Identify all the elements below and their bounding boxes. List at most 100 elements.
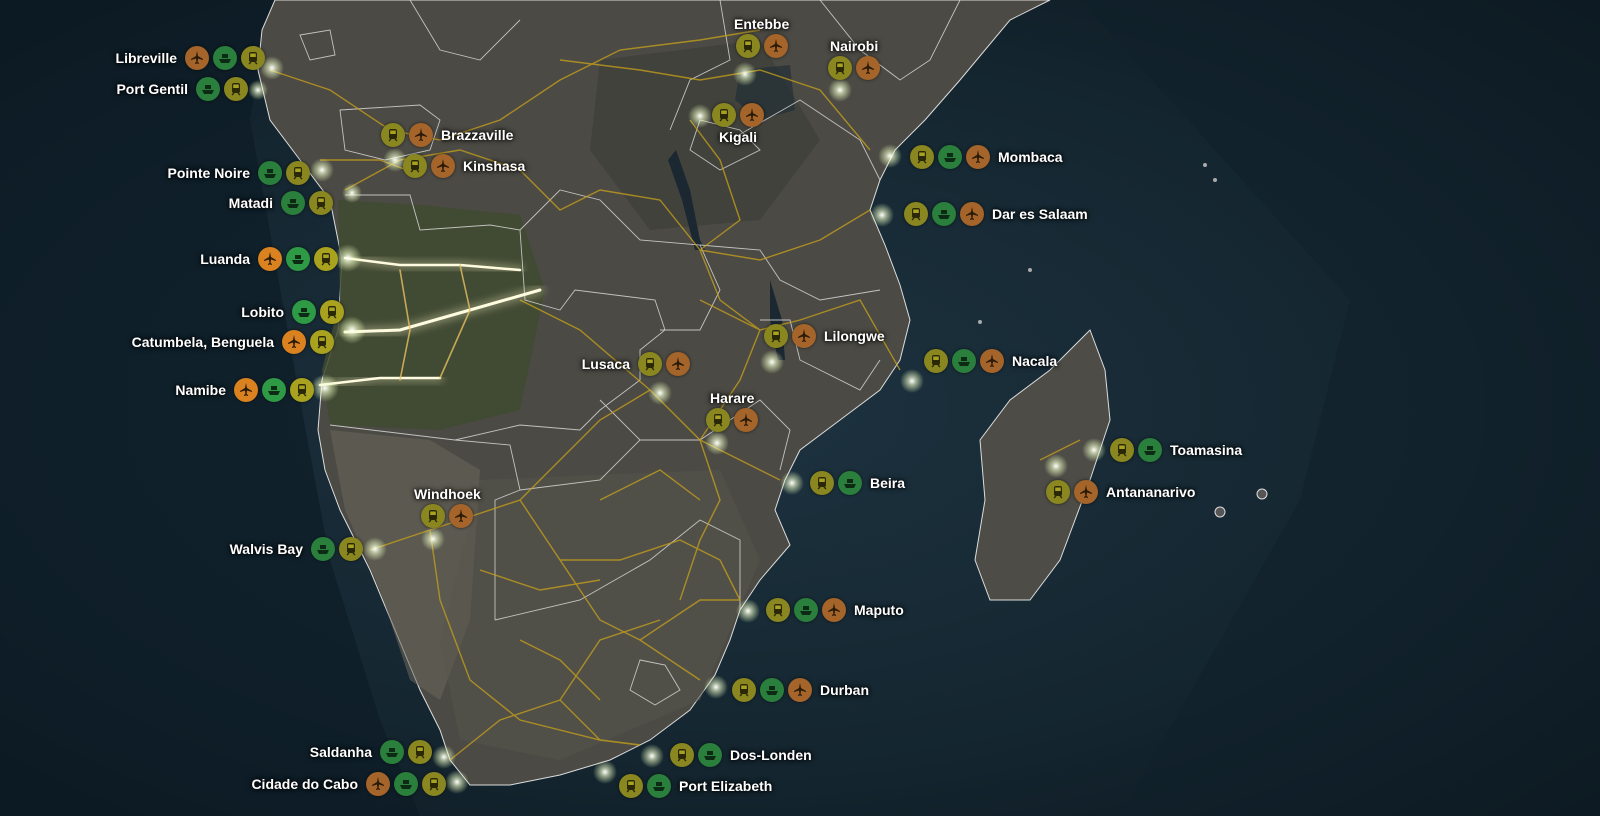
train-icon[interactable]	[408, 740, 432, 764]
ship-icon[interactable]	[760, 678, 784, 702]
city-lilongwe[interactable]: Lilongwe	[764, 324, 889, 348]
city-port-gentil[interactable]: Port Gentil	[112, 77, 248, 101]
ship-icon[interactable]	[258, 161, 282, 185]
airplane-icon[interactable]	[734, 408, 759, 432]
city-harare[interactable]: Harare	[706, 390, 759, 432]
city-maputo[interactable]: Maputo	[766, 598, 908, 622]
airplane-icon[interactable]	[788, 678, 812, 702]
train-icon[interactable]	[403, 154, 427, 178]
airplane-icon[interactable]	[234, 378, 258, 402]
train-icon[interactable]	[320, 300, 344, 324]
city-antananarivo[interactable]: Antananarivo	[1046, 480, 1199, 504]
airplane-icon[interactable]	[960, 202, 984, 226]
train-icon[interactable]	[381, 123, 405, 147]
train-icon[interactable]	[764, 324, 788, 348]
city-brazzaville[interactable]: Brazzaville	[381, 123, 517, 147]
city-catumbela[interactable]: Catumbela, Benguela	[128, 330, 334, 354]
train-icon[interactable]	[1110, 438, 1134, 462]
ship-icon[interactable]	[380, 740, 404, 764]
ship-icon[interactable]	[196, 77, 220, 101]
train-icon[interactable]	[904, 202, 928, 226]
train-icon[interactable]	[290, 378, 314, 402]
ship-icon[interactable]	[938, 145, 962, 169]
ship-icon[interactable]	[292, 300, 316, 324]
train-icon[interactable]	[224, 77, 248, 101]
city-matadi[interactable]: Matadi	[225, 191, 333, 215]
city-saldanha[interactable]: Saldanha	[306, 740, 432, 764]
city-libreville[interactable]: Libreville	[112, 46, 265, 70]
train-icon[interactable]	[766, 598, 790, 622]
train-icon[interactable]	[910, 145, 934, 169]
airplane-icon[interactable]	[449, 504, 474, 528]
ship-icon[interactable]	[698, 743, 722, 767]
city-luanda[interactable]: Luanda	[196, 247, 338, 271]
train-icon[interactable]	[241, 46, 265, 70]
city-nacala[interactable]: Nacala	[924, 349, 1061, 373]
city-kinshasa[interactable]: Kinshasa	[403, 154, 529, 178]
ship-icon[interactable]	[647, 774, 671, 798]
airplane-icon[interactable]	[763, 34, 788, 58]
airplane-icon[interactable]	[856, 56, 881, 80]
airplane-icon[interactable]	[431, 154, 455, 178]
city-namibe[interactable]: Namibe	[171, 378, 314, 402]
city-lusaca[interactable]: Lusaca	[578, 352, 690, 376]
city-port-elizabeth[interactable]: Port Elizabeth	[619, 774, 776, 798]
city-windhoek[interactable]: Windhoek	[410, 486, 485, 528]
airplane-icon[interactable]	[1074, 480, 1098, 504]
ship-icon[interactable]	[394, 772, 418, 796]
ship-icon[interactable]	[311, 537, 335, 561]
ship-icon[interactable]	[794, 598, 818, 622]
train-icon[interactable]	[712, 103, 736, 127]
airplane-icon[interactable]	[366, 772, 390, 796]
airplane-icon[interactable]	[966, 145, 990, 169]
airplane-icon[interactable]	[185, 46, 209, 70]
train-icon[interactable]	[619, 774, 643, 798]
train-icon[interactable]	[732, 678, 756, 702]
train-icon[interactable]	[286, 161, 310, 185]
ship-icon[interactable]	[213, 46, 237, 70]
city-walvis-bay[interactable]: Walvis Bay	[226, 537, 363, 561]
city-beira[interactable]: Beira	[810, 471, 909, 495]
train-icon[interactable]	[828, 56, 853, 80]
city-dos-londen[interactable]: Dos-Londen	[670, 743, 816, 767]
ship-icon[interactable]	[838, 471, 862, 495]
airplane-icon[interactable]	[666, 352, 690, 376]
airplane-icon[interactable]	[980, 349, 1004, 373]
train-icon[interactable]	[735, 34, 760, 58]
train-icon[interactable]	[1046, 480, 1070, 504]
airplane-icon[interactable]	[740, 103, 764, 127]
airplane-icon[interactable]	[409, 123, 433, 147]
city-nairobi[interactable]: Nairobi	[826, 38, 882, 80]
city-kigali[interactable]: Kigali	[712, 103, 764, 145]
airplane-icon[interactable]	[258, 247, 282, 271]
train-icon[interactable]	[706, 408, 731, 432]
city-lobito[interactable]: Lobito	[237, 300, 344, 324]
city-entebbe[interactable]: Entebbe	[730, 16, 793, 58]
city-toamasina[interactable]: Toamasina	[1110, 438, 1246, 462]
ship-icon[interactable]	[952, 349, 976, 373]
train-icon[interactable]	[314, 247, 338, 271]
city-mombaca[interactable]: Mombaca	[910, 145, 1067, 169]
train-icon[interactable]	[638, 352, 662, 376]
ship-icon[interactable]	[262, 378, 286, 402]
train-icon[interactable]	[310, 330, 334, 354]
city-dar-es-salaam[interactable]: Dar es Salaam	[904, 202, 1092, 226]
train-icon[interactable]	[421, 504, 446, 528]
city-durban[interactable]: Durban	[732, 678, 873, 702]
train-icon[interactable]	[810, 471, 834, 495]
map-view[interactable]: Libreville Port Gentil Brazzaville Kinsh…	[0, 0, 1600, 816]
ship-icon[interactable]	[281, 191, 305, 215]
train-icon[interactable]	[670, 743, 694, 767]
airplane-icon[interactable]	[792, 324, 816, 348]
airplane-icon[interactable]	[282, 330, 306, 354]
ship-icon[interactable]	[1138, 438, 1162, 462]
airplane-icon[interactable]	[822, 598, 846, 622]
train-icon[interactable]	[422, 772, 446, 796]
train-icon[interactable]	[924, 349, 948, 373]
ship-icon[interactable]	[286, 247, 310, 271]
city-pointe-noire[interactable]: Pointe Noire	[164, 161, 310, 185]
train-icon[interactable]	[309, 191, 333, 215]
city-cidade-do-cabo[interactable]: Cidade do Cabo	[247, 772, 446, 796]
train-icon[interactable]	[339, 537, 363, 561]
ship-icon[interactable]	[932, 202, 956, 226]
